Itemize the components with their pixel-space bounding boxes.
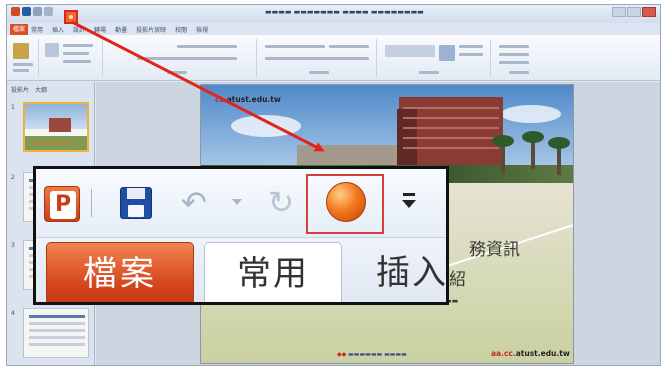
slide-url-bottom: aa.cc.atust.edu.tw	[491, 349, 570, 358]
tab-home[interactable]: 常用	[204, 242, 342, 302]
palm-top	[522, 131, 544, 143]
panel-tabs: 投影片 大綱	[11, 85, 47, 94]
toolbar-separator	[91, 189, 92, 217]
ribbon-group-drawing[interactable]	[379, 39, 491, 77]
ribbon-tab[interactable]: 轉場	[94, 25, 106, 34]
panel-tab-outline[interactable]: 大綱	[35, 85, 47, 94]
thumbnail-number: 1	[11, 104, 15, 111]
ribbon-group-paragraph[interactable]	[259, 39, 377, 77]
ribbon-tabs: 常用 插入 設計 轉場 動畫 投影片放映 校閱 檢視	[31, 25, 208, 34]
window-row	[403, 107, 499, 109]
logo-letter: P	[50, 191, 76, 219]
screenshot: ▬▬▬▬ ▬▬▬▬▬▬▬ ▬▬▬▬ ▬▬▬▬▬▬▬▬ 檔案 常用 插入 設計 轉…	[0, 0, 666, 371]
undo-dropdown-icon[interactable]	[232, 199, 242, 205]
ribbon-tab[interactable]: 動畫	[115, 25, 127, 34]
ribbon-tabs-zoomed: 檔案 常用 插入	[36, 237, 446, 302]
url-domain: atust.edu.tw	[515, 349, 570, 358]
slide-url-top: cc.atust.edu.tw	[215, 95, 281, 104]
ribbon-tab[interactable]: 投影片放映	[136, 25, 166, 34]
ribbon-group-editing[interactable]	[493, 39, 547, 77]
ribbon-tab[interactable]: 設計	[73, 25, 85, 34]
palm-trunk	[501, 143, 505, 173]
palm-trunk	[531, 139, 535, 169]
slide-footer-logo: ◆◆ ▬▬▬▬▬▬ ▬▬▬▬	[337, 351, 407, 358]
tab-insert[interactable]: 插入	[376, 242, 446, 302]
window-title: ▬▬▬▬ ▬▬▬▬▬▬▬ ▬▬▬▬ ▬▬▬▬▬▬▬▬	[265, 8, 424, 16]
customize-qat-icon[interactable]	[400, 193, 418, 213]
window-row	[403, 127, 499, 129]
redo-icon[interactable]	[44, 7, 53, 16]
title-bar: ▬▬▬▬ ▬▬▬▬▬▬▬ ▬▬▬▬ ▬▬▬▬▬▬▬▬	[7, 5, 660, 23]
slide-thumbnail-4[interactable]	[23, 308, 89, 358]
ribbon-group-font[interactable]	[107, 39, 257, 77]
save-icon[interactable]	[22, 7, 31, 16]
record-icon[interactable]	[326, 182, 366, 222]
record-button-highlight[interactable]	[64, 10, 78, 24]
url-prefix: cc.	[215, 95, 227, 104]
url-domain: atust.edu.tw	[226, 95, 281, 104]
palm-top	[548, 137, 570, 149]
quick-access-toolbar-small	[11, 7, 53, 16]
powerpoint-logo-icon[interactable]: P	[44, 186, 80, 222]
cloud	[231, 115, 301, 137]
undo-icon[interactable]: ↶	[181, 183, 207, 223]
ppt-logo-icon	[11, 7, 20, 16]
palm-trunk	[557, 145, 561, 175]
palm-top	[492, 135, 514, 147]
slide-thumbnail-1[interactable]	[23, 102, 89, 152]
window-row	[403, 137, 499, 139]
thumbnail-number: 3	[11, 242, 15, 249]
thumbnail-number: 4	[11, 310, 15, 317]
tab-file[interactable]: 檔案	[46, 242, 194, 302]
slide-title-line-2: 紹	[449, 270, 466, 290]
ribbon-tab[interactable]: 檢視	[196, 25, 208, 34]
thumbnail-number: 2	[11, 174, 15, 181]
save-icon[interactable]	[120, 187, 152, 219]
minimize-button[interactable]	[612, 7, 626, 17]
quick-access-toolbar-zoomed: P ↶ ↻	[36, 169, 446, 237]
redo-icon[interactable]: ↻	[268, 183, 294, 223]
maximize-button[interactable]	[627, 7, 641, 17]
zoom-callout: P ↶ ↻ 檔案 常用 插入	[33, 166, 449, 305]
file-tab-small[interactable]: 檔案	[10, 24, 28, 35]
ribbon	[7, 35, 660, 81]
window-row	[403, 117, 499, 119]
window-controls	[612, 7, 656, 17]
close-button[interactable]	[642, 7, 656, 17]
ribbon-group-slides[interactable]	[41, 39, 103, 77]
window-row	[403, 147, 499, 149]
slide-title-line-1: 務資訊	[469, 240, 520, 260]
ribbon-tab-row: 檔案 常用 插入 設計 轉場 動畫 投影片放映 校閱 檢視	[7, 23, 660, 35]
url-prefix: aa.cc.	[491, 349, 516, 358]
ribbon-tab[interactable]: 校閱	[175, 25, 187, 34]
cloud	[501, 105, 561, 123]
ribbon-group-clipboard[interactable]	[9, 39, 39, 77]
ribbon-tab[interactable]: 插入	[52, 25, 64, 34]
ribbon-tab[interactable]: 常用	[31, 25, 43, 34]
undo-icon[interactable]	[33, 7, 42, 16]
panel-tab-slides[interactable]: 投影片	[11, 85, 29, 94]
